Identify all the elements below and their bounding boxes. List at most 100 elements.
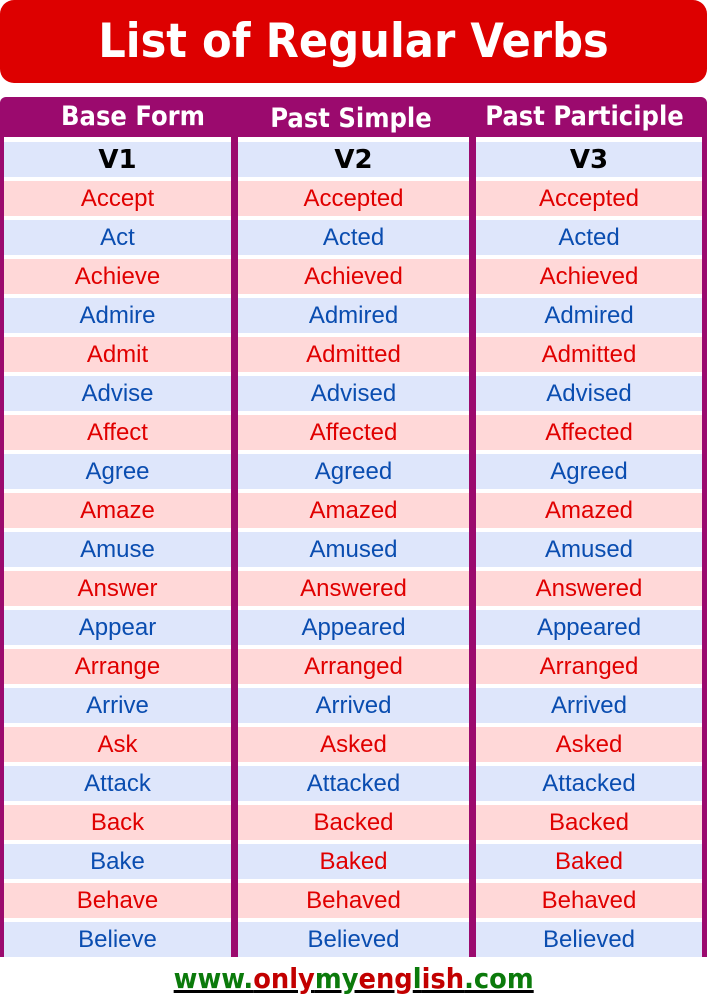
- verb-cell: Behave: [76, 886, 159, 914]
- table-row: Amused: [238, 532, 469, 567]
- table-row: Answered: [238, 571, 469, 606]
- verb-cell: Believe: [78, 925, 157, 953]
- table-row: Advised: [238, 376, 469, 411]
- table-row: Amaze: [4, 493, 231, 528]
- table-row: Bake: [4, 844, 231, 879]
- table-row: Asked: [476, 727, 702, 762]
- table-row: Accepted: [238, 181, 469, 216]
- table-row: Answered: [476, 571, 702, 606]
- verb-cell: Affected: [309, 418, 398, 446]
- verb-cell: Asked: [555, 730, 623, 758]
- verb-cell: Arrange: [74, 652, 161, 680]
- verb-cell: Appeared: [301, 613, 406, 641]
- verb-cell: Ask: [97, 730, 138, 758]
- page-title: List of Regular Verbs: [98, 14, 609, 69]
- verb-cell: Attacked: [542, 769, 636, 797]
- verb-cell: Advised: [310, 379, 397, 407]
- verb-cell: Admitted: [306, 340, 401, 368]
- verb-cell: Appear: [78, 613, 157, 641]
- table-row: Appeared: [476, 610, 702, 645]
- verb-cell: Answered: [535, 574, 643, 602]
- table-row: Agreed: [238, 454, 469, 489]
- table-row: Affected: [476, 415, 702, 450]
- table-row: Admired: [238, 298, 469, 333]
- table-row: Attacked: [238, 766, 469, 801]
- table-row: Achieved: [476, 259, 702, 294]
- verb-cell: Amazed: [309, 496, 398, 524]
- table-row: Act: [4, 220, 231, 255]
- verb-cell: Backed: [313, 808, 394, 836]
- table-row: Acted: [476, 220, 702, 255]
- table-row: Believe: [4, 922, 231, 957]
- column-header-past-participle: Past Participle: [485, 101, 684, 132]
- verb-cell: Back: [90, 808, 145, 836]
- table-row: Admitted: [476, 337, 702, 372]
- form-label: V2: [334, 144, 373, 175]
- form-label-row: V2: [238, 142, 469, 177]
- verb-cell: Believed: [307, 925, 400, 953]
- verb-cell: Believed: [542, 925, 636, 953]
- column-header-bar: Base Form Past Simple Past Participle: [0, 97, 707, 137]
- url-segment: only: [253, 961, 315, 995]
- table-row: Ask: [4, 727, 231, 762]
- verb-cell: Affect: [87, 418, 148, 446]
- verb-cell: Amaze: [80, 496, 155, 524]
- verb-cell: Arrived: [315, 691, 392, 719]
- verb-cell: Backed: [548, 808, 630, 836]
- verb-cell: Acted: [558, 223, 620, 251]
- url-segment: l: [412, 961, 422, 995]
- verb-cell: Agree: [85, 457, 150, 485]
- footer: www.onlymyenglish.com: [0, 958, 707, 998]
- verb-cell: Arrive: [86, 691, 149, 719]
- table-row: Admitted: [238, 337, 469, 372]
- verb-cell: Agreed: [314, 457, 393, 485]
- verb-cell: Achieve: [74, 262, 161, 290]
- table-row: Arrange: [4, 649, 231, 684]
- url-segment: my: [314, 961, 359, 995]
- verb-cell: Baked: [319, 847, 388, 875]
- verb-cell: Answered: [300, 574, 407, 602]
- verb-cell: Achieved: [539, 262, 639, 290]
- column-header-past-simple: Past Simple: [270, 103, 432, 134]
- verb-cell: Acted: [322, 223, 385, 251]
- verb-table: V1 Accept Act Achieve Admire Admit Advise Affec…: [0, 137, 707, 957]
- verb-cell: Advised: [546, 379, 632, 407]
- table-row: Appeared: [238, 610, 469, 645]
- table-row: Affected: [238, 415, 469, 450]
- url-segment: .com: [463, 961, 534, 995]
- form-label-row: V3: [476, 142, 702, 177]
- table-row: Amazed: [476, 493, 702, 528]
- table-row: Believed: [476, 922, 702, 957]
- column-v2: V2 Accepted Acted Achieved Admired Admitted Ad…: [238, 137, 469, 957]
- table-row: Acted: [238, 220, 469, 255]
- verb-cell: Admired: [308, 301, 399, 329]
- verb-cell: Amused: [544, 535, 634, 563]
- verb-cell: Arranged: [539, 652, 639, 680]
- table-row: Achieved: [238, 259, 469, 294]
- table-row: Baked: [476, 844, 702, 879]
- table-row: Believed: [238, 922, 469, 957]
- table-row: Amazed: [238, 493, 469, 528]
- table-row: Admired: [476, 298, 702, 333]
- table-row: Admit: [4, 337, 231, 372]
- form-label: V3: [569, 144, 609, 175]
- title-banner: List of Regular Verbs: [0, 0, 707, 83]
- verb-cell: Admired: [544, 301, 634, 329]
- column-header-base-form: Base Form: [61, 101, 205, 132]
- table-row: Attack: [4, 766, 231, 801]
- table-row: Arranged: [476, 649, 702, 684]
- table-row: Affect: [4, 415, 231, 450]
- verb-cell: Bake: [90, 847, 145, 875]
- table-row: Baked: [238, 844, 469, 879]
- table-row: Behave: [4, 883, 231, 918]
- form-label-row: V1: [4, 142, 231, 177]
- table-row: Agreed: [476, 454, 702, 489]
- table-row: Amuse: [4, 532, 231, 567]
- verb-cell: Attack: [84, 769, 151, 797]
- column-v1: V1 Accept Act Achieve Admire Admit Advise Affec…: [4, 137, 231, 957]
- table-row: Advised: [476, 376, 702, 411]
- website-link[interactable]: www.onlymyenglish.com: [173, 962, 533, 995]
- table-row: Arranged: [238, 649, 469, 684]
- verb-cell: Baked: [554, 847, 624, 875]
- verb-cell: Accepted: [303, 184, 404, 212]
